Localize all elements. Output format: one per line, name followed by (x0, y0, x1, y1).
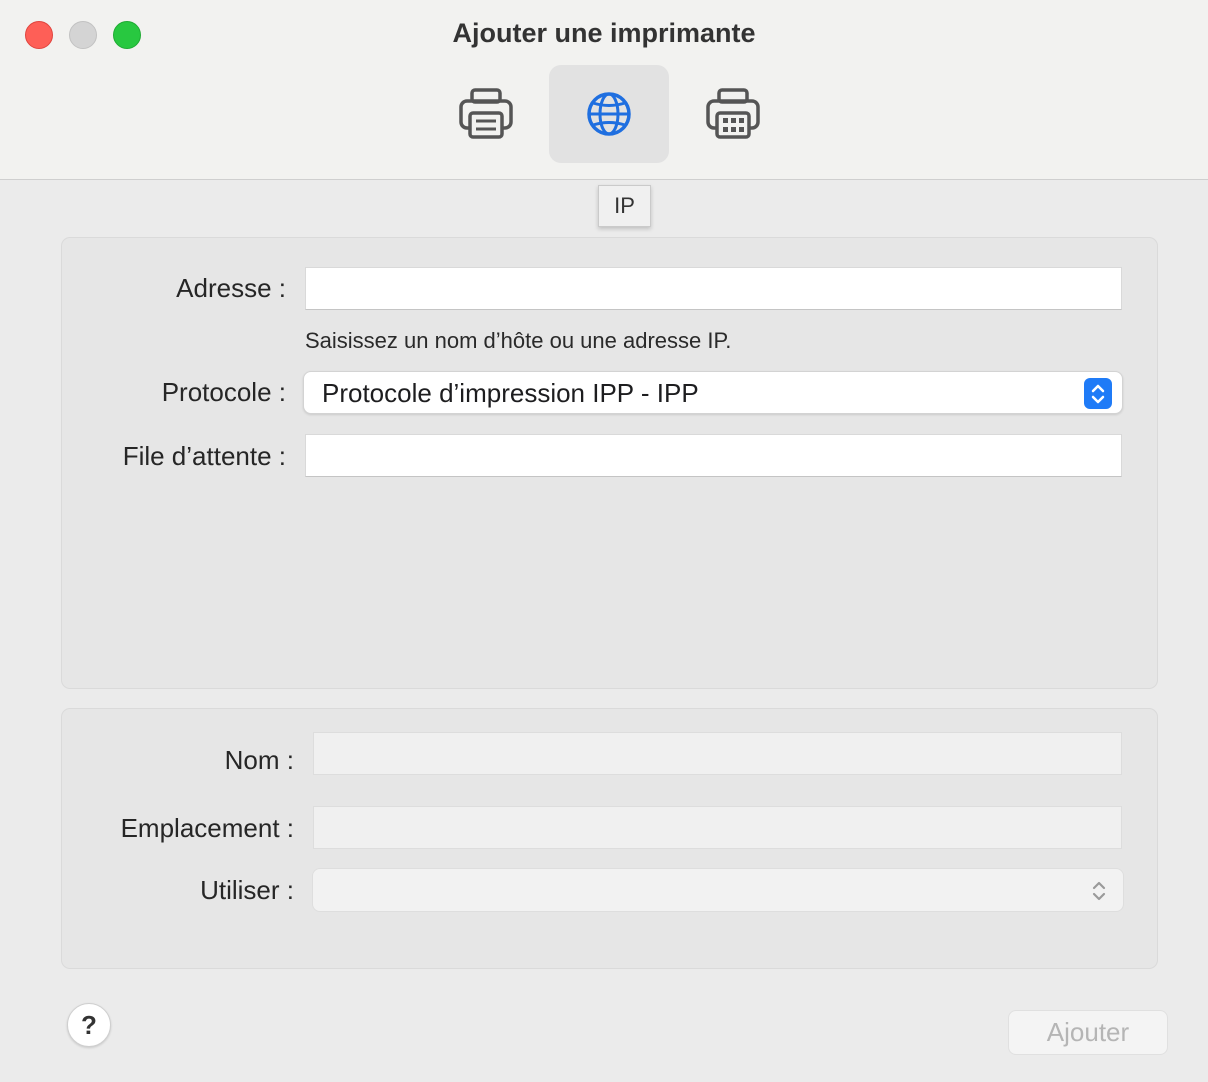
address-label: Adresse : (176, 273, 286, 303)
protocol-popup[interactable]: Protocole d’impression IPP - IPP (303, 371, 1123, 414)
printer-icon (459, 88, 513, 139)
use-label: Utiliser : (200, 875, 294, 905)
protocol-label: Protocole : (161, 377, 286, 407)
address-input[interactable] (305, 267, 1122, 310)
toolbar-default-printer[interactable] (426, 65, 546, 163)
ip-tooltip: IP (598, 185, 651, 227)
windows-printer-icon (706, 88, 760, 139)
help-button[interactable]: ? (67, 1003, 111, 1047)
chevron-up-down-icon (1091, 384, 1105, 403)
protocol-stepper (1084, 378, 1112, 409)
queue-input[interactable] (305, 434, 1122, 477)
name-label: Nom : (224, 745, 294, 775)
protocol-value: Protocole d’impression IPP - IPP (322, 378, 699, 408)
globe-icon (587, 92, 631, 136)
window-title: Ajouter une imprimante (452, 18, 756, 48)
toolbar-windows-printer[interactable] (673, 65, 793, 163)
use-stepper (1085, 875, 1113, 906)
chevron-up-down-icon (1092, 881, 1106, 900)
add-printer-window: Ajouter une imprimante IP Adresse: Sais… (0, 0, 1208, 1082)
location-label: Emplacement : (120, 813, 294, 843)
address-hint: Saisissez un nom d’hôte ou une adresse I… (305, 328, 732, 353)
use-driver-popup[interactable] (312, 868, 1124, 912)
titlebar: Ajouter une imprimante (0, 0, 1208, 180)
add-button[interactable]: Ajouter (1008, 1010, 1168, 1055)
name-input[interactable] (313, 732, 1122, 775)
queue-label: File d’attente : (122, 441, 286, 471)
toolbar-ip-printer[interactable] (549, 65, 669, 163)
location-input[interactable] (313, 806, 1122, 849)
